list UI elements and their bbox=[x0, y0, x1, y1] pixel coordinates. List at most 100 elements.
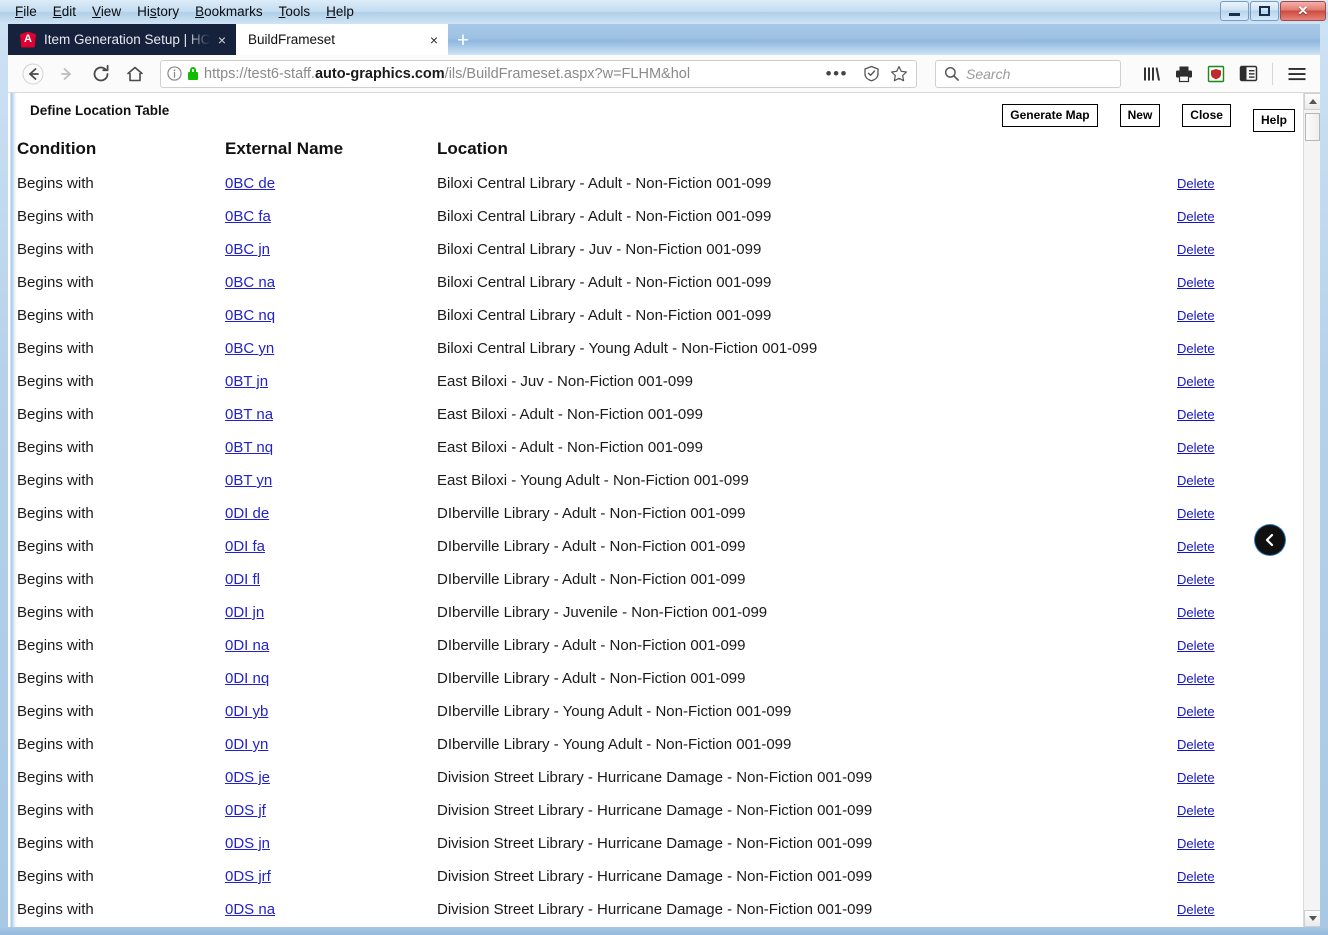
window-bottom-edge bbox=[0, 927, 1328, 935]
external-name-link[interactable]: 0DI na bbox=[225, 637, 269, 654]
external-name-link[interactable]: 0DI yb bbox=[225, 703, 268, 720]
tab-buildframeset[interactable]: BuildFrameset × bbox=[236, 24, 448, 55]
delete-link[interactable]: Delete bbox=[1177, 473, 1215, 488]
minimize-button[interactable] bbox=[1220, 1, 1249, 21]
menu-tools[interactable]: Tools bbox=[271, 2, 319, 23]
external-name-link[interactable]: 0DI fa bbox=[225, 538, 265, 555]
toolbar-divider bbox=[1272, 62, 1273, 85]
delete-link[interactable]: Delete bbox=[1177, 440, 1215, 455]
external-name-link[interactable]: 0DI nq bbox=[225, 670, 269, 687]
home-button[interactable] bbox=[118, 57, 152, 91]
forward-button[interactable] bbox=[50, 57, 84, 91]
window-controls: ✕ bbox=[1220, 1, 1326, 21]
scroll-down-button[interactable] bbox=[1304, 910, 1320, 927]
external-name-link[interactable]: 0DI yn bbox=[225, 736, 268, 753]
external-name-link[interactable]: 0BT yn bbox=[225, 472, 272, 489]
page-scrollbar[interactable] bbox=[1303, 93, 1320, 927]
delete-link[interactable]: Delete bbox=[1177, 176, 1215, 191]
hamburger-menu-icon[interactable] bbox=[1282, 59, 1312, 89]
external-name-link[interactable]: 0BT jn bbox=[225, 373, 268, 390]
cell-external-name: 0DS jn bbox=[225, 827, 437, 860]
tab-item-generation-setup[interactable]: Item Generation Setup | HCOLS × bbox=[8, 24, 236, 55]
collapse-panel-button[interactable] bbox=[1255, 525, 1285, 555]
table-row: Begins with 0DI na DIberville Library - Ad… bbox=[17, 629, 1305, 662]
external-name-link[interactable]: 0BT na bbox=[225, 406, 273, 423]
search-input[interactable]: Search bbox=[966, 66, 1010, 82]
delete-link[interactable]: Delete bbox=[1177, 374, 1215, 389]
reload-button[interactable] bbox=[84, 57, 118, 91]
menu-history[interactable]: History bbox=[129, 2, 187, 23]
ublock-shield-icon[interactable] bbox=[1201, 59, 1231, 89]
external-name-link[interactable]: 0BC yn bbox=[225, 340, 274, 357]
maximize-button[interactable] bbox=[1250, 1, 1279, 21]
cell-external-name: 0DI yn bbox=[225, 728, 437, 761]
table-row: Begins with 0BC de Biloxi Central Library … bbox=[17, 167, 1305, 200]
delete-link[interactable]: Delete bbox=[1177, 869, 1215, 884]
close-icon: ✕ bbox=[1297, 3, 1309, 18]
delete-link[interactable]: Delete bbox=[1177, 737, 1215, 752]
external-name-link[interactable]: 0DS je bbox=[225, 769, 270, 786]
external-name-link[interactable]: 0BC jn bbox=[225, 241, 270, 258]
library-icon[interactable] bbox=[1137, 59, 1167, 89]
external-name-link[interactable]: 0BC na bbox=[225, 274, 275, 291]
external-name-link[interactable]: 0BC nq bbox=[225, 307, 275, 324]
delete-link[interactable]: Delete bbox=[1177, 275, 1215, 290]
delete-link[interactable]: Delete bbox=[1177, 506, 1215, 521]
url-bar[interactable]: https://test6-staff.auto-graphics.com/il… bbox=[160, 59, 917, 88]
delete-link[interactable]: Delete bbox=[1177, 341, 1215, 356]
cell-external-name: 0DS jf bbox=[225, 794, 437, 827]
delete-link[interactable]: Delete bbox=[1177, 902, 1215, 917]
delete-link[interactable]: Delete bbox=[1177, 836, 1215, 851]
delete-link[interactable]: Delete bbox=[1177, 242, 1215, 257]
reader-view-icon[interactable] bbox=[860, 63, 882, 85]
external-name-link[interactable]: 0DS jn bbox=[225, 835, 270, 852]
help-button[interactable]: Help bbox=[1252, 109, 1295, 132]
external-name-link[interactable]: 0BC fa bbox=[225, 208, 271, 225]
external-name-link[interactable]: 0DS jrf bbox=[225, 868, 271, 885]
menu-edit[interactable]: Edit bbox=[45, 2, 84, 23]
cell-delete: Delete bbox=[1177, 695, 1305, 728]
cell-location: DIberville Library - Juvenile - Non-Fict… bbox=[437, 604, 768, 621]
sidebar-toggle-icon[interactable] bbox=[1233, 59, 1263, 89]
external-name-link[interactable]: 0BC de bbox=[225, 175, 275, 192]
menu-help[interactable]: Help bbox=[318, 2, 362, 23]
external-name-link[interactable]: 0DI de bbox=[225, 505, 269, 522]
tab-title: BuildFrameset bbox=[248, 32, 336, 47]
delete-link[interactable]: Delete bbox=[1177, 572, 1215, 587]
delete-link[interactable]: Delete bbox=[1177, 605, 1215, 620]
scrollbar-thumb[interactable] bbox=[1305, 113, 1320, 141]
external-name-link[interactable]: 0DS na bbox=[225, 901, 275, 918]
close-button[interactable]: Close bbox=[1182, 104, 1231, 127]
delete-link[interactable]: Delete bbox=[1177, 209, 1215, 224]
bookmark-star-icon[interactable] bbox=[888, 63, 910, 85]
delete-link[interactable]: Delete bbox=[1177, 638, 1215, 653]
external-name-link[interactable]: 0DI jn bbox=[225, 604, 264, 621]
search-bar[interactable]: Search bbox=[935, 59, 1121, 88]
new-button[interactable]: New bbox=[1119, 104, 1161, 127]
menu-bookmarks[interactable]: Bookmarks bbox=[187, 2, 271, 23]
external-name-link[interactable]: 0DS jf bbox=[225, 802, 266, 819]
tab-close-icon[interactable]: × bbox=[218, 33, 226, 47]
delete-link[interactable]: Delete bbox=[1177, 803, 1215, 818]
menu-view[interactable]: View bbox=[84, 2, 129, 23]
menu-file[interactable]: FFileile bbox=[7, 2, 45, 23]
close-window-button[interactable]: ✕ bbox=[1280, 1, 1326, 21]
tab-close-icon[interactable]: × bbox=[430, 33, 438, 47]
cell-location: DIberville Library - Young Adult - Non-F… bbox=[437, 736, 792, 753]
delete-link[interactable]: Delete bbox=[1177, 770, 1215, 785]
delete-link[interactable]: Delete bbox=[1177, 671, 1215, 686]
delete-link[interactable]: Delete bbox=[1177, 704, 1215, 719]
scroll-up-button[interactable] bbox=[1304, 93, 1320, 110]
print-icon[interactable] bbox=[1169, 59, 1199, 89]
delete-link[interactable]: Delete bbox=[1177, 407, 1215, 422]
cell-delete: Delete bbox=[1177, 827, 1305, 860]
external-name-link[interactable]: 0DI fl bbox=[225, 571, 260, 588]
delete-link[interactable]: Delete bbox=[1177, 308, 1215, 323]
page-actions-icon[interactable]: ••• bbox=[820, 64, 854, 84]
delete-link[interactable]: Delete bbox=[1177, 539, 1215, 554]
back-button[interactable] bbox=[16, 57, 50, 91]
generate-map-button[interactable]: Generate Map bbox=[1002, 104, 1098, 127]
new-tab-button[interactable]: + bbox=[448, 26, 478, 55]
external-name-link[interactable]: 0BT nq bbox=[225, 439, 273, 456]
page-info-icon[interactable] bbox=[167, 66, 182, 81]
